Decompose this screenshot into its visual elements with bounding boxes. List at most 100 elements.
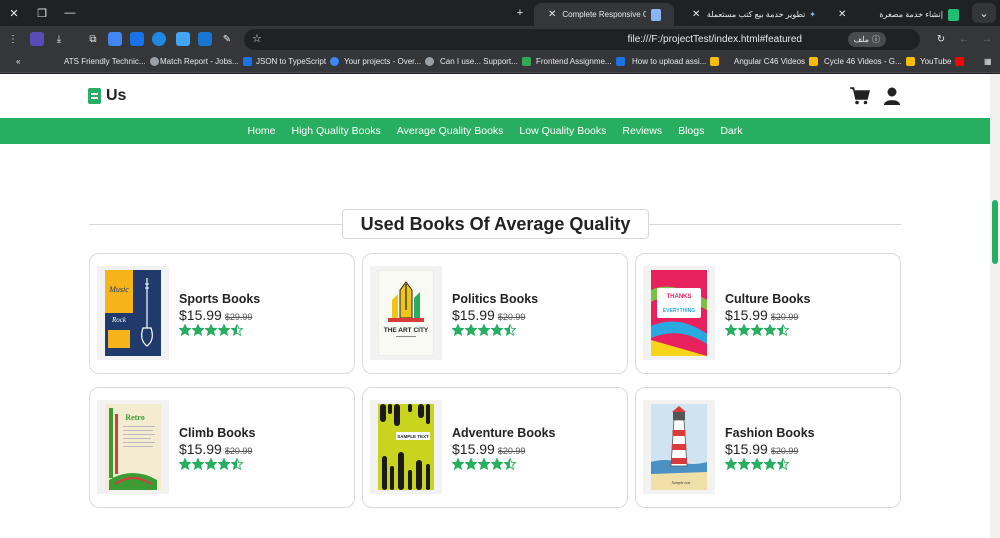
scrollbar-thumb[interactable] (992, 200, 998, 264)
star-half-icon (504, 324, 516, 336)
bookmark-item[interactable]: JSON to TypeScript (256, 57, 340, 66)
restore-window-icon[interactable]: ❐ (28, 0, 56, 26)
star-half-icon (231, 458, 243, 470)
tab-close-icon[interactable]: ✕ (548, 9, 556, 20)
product-card[interactable]: THE ART CITY Politics Books $15.99 $20.99 (362, 253, 628, 374)
address-bar[interactable]: ☆ file:///F:/projectTest/index.html#feat… (244, 29, 920, 50)
minimize-window-icon[interactable]: — (56, 0, 84, 26)
bookmark-favicon-icon (242, 57, 252, 66)
url-text: file:///F:/projectTest/index.html#featur… (627, 34, 802, 45)
nav-average-quality[interactable]: Average Quality Books (397, 125, 504, 137)
product-card[interactable]: Music Rock Sports Books $15.99 $29.99 (89, 253, 355, 374)
tab-close-icon[interactable]: ✕ (838, 9, 846, 20)
product-price: $15.99 $20.99 (179, 441, 253, 457)
bookmark-favicon-icon (905, 57, 915, 66)
product-cover: Retro (97, 400, 169, 494)
bookmark-star-icon[interactable]: ☆ (252, 32, 264, 45)
product-cover: THANKS EVERYTHING (643, 266, 715, 360)
section-title: Used Books Of Average Quality (342, 209, 649, 239)
menu-dots-icon[interactable]: ⋮ (6, 32, 20, 46)
site-logo[interactable]: Us (88, 87, 126, 105)
extension-icon[interactable] (198, 32, 212, 46)
book-cover-music: Music Rock (105, 270, 161, 356)
star-full-icon (179, 458, 191, 470)
nav-home[interactable]: Home (247, 125, 275, 137)
tab-create-service[interactable]: ✕ إنشاء خدمة مصغرة (830, 3, 972, 26)
tab-search-icon[interactable]: ⌄ (972, 3, 996, 23)
bookmark-item[interactable]: ATS Friendly Technic... (64, 57, 159, 66)
product-cover: THE ART CITY (370, 266, 442, 360)
star-full-icon (764, 458, 776, 470)
eyedropper-icon[interactable]: ✎ (220, 32, 234, 46)
user-icon[interactable] (883, 87, 901, 105)
page-scrollbar[interactable] (990, 74, 1000, 538)
rating-stars (452, 458, 516, 470)
product-cover: Sample text (643, 400, 715, 494)
product-price: $15.99 $20.99 (452, 307, 526, 323)
bookmark-item[interactable]: Match Report - Jobs... (160, 57, 252, 66)
bookmark-item[interactable]: Cycle 46 Videos - G... (824, 57, 915, 66)
info-icon: ⓘ (872, 35, 880, 44)
bookmarks-bar: « ATS Friendly Technic... Match Report -… (0, 53, 1000, 73)
extensions-icon[interactable]: ⧉ (86, 32, 100, 46)
nav-dark-toggle[interactable]: Dark (720, 125, 742, 137)
download-icon[interactable]: ⤓ (52, 32, 66, 46)
back-icon[interactable]: → (980, 32, 994, 46)
product-title: Climb Books (179, 426, 256, 440)
bookmark-favicon-icon (710, 57, 720, 66)
star-full-icon (478, 458, 490, 470)
svg-text:SAMPLE TEXT: SAMPLE TEXT (397, 434, 429, 439)
bookmark-item[interactable]: Your projects - Over... (344, 57, 435, 66)
bookmark-item[interactable]: YouTube (920, 57, 965, 66)
nav-blogs[interactable]: Blogs (678, 125, 704, 137)
book-cover-art-city: THE ART CITY (378, 270, 434, 356)
book-cover-thanks: THANKS EVERYTHING (651, 270, 707, 356)
star-full-icon (205, 324, 217, 336)
bookmark-item[interactable]: Angular C46 Videos (734, 57, 819, 66)
book-cover-retro: Retro (105, 404, 161, 490)
star-full-icon (179, 324, 191, 336)
translate-icon[interactable] (130, 32, 144, 46)
product-card[interactable]: THANKS EVERYTHING Culture Books $15.99 $2… (635, 253, 901, 374)
svg-text:Music: Music (108, 285, 129, 294)
extension-icon[interactable] (176, 32, 190, 46)
product-card[interactable]: Retro Climb Books $15.99 $20.99 (89, 387, 355, 508)
bookmarks-overflow-icon[interactable]: « (16, 57, 20, 66)
new-tab-icon[interactable]: + (506, 0, 534, 26)
youtube-icon (955, 57, 965, 66)
site-header: Us (0, 74, 990, 118)
close-window-icon[interactable]: ✕ (0, 0, 28, 26)
tab-develop-service[interactable]: ✕ تطوير خدمة بيع كتب مستعملة ع ✦ (684, 3, 824, 26)
product-card[interactable]: SAMPLE TEXT Adventure Books $15.99 $20.99 (362, 387, 628, 508)
product-card[interactable]: Sample text Fashion Books $15.99 $20.99 (635, 387, 901, 508)
bookmark-favicon-icon (149, 57, 159, 66)
profile-icon[interactable] (30, 32, 44, 46)
forward-icon[interactable]: ← (957, 32, 971, 46)
bookmark-item[interactable]: Frontend Assignme... (536, 57, 625, 66)
tab-complete-responsive[interactable]: ✕ Complete Responsive Online B (534, 3, 674, 26)
star-full-icon (465, 324, 477, 336)
cart-icon[interactable] (850, 87, 870, 105)
nav-reviews[interactable]: Reviews (622, 125, 662, 137)
nav-high-quality[interactable]: High Quality Books (292, 125, 381, 137)
old-price: $20.99 (770, 312, 799, 322)
nav-low-quality[interactable]: Low Quality Books (519, 125, 606, 137)
browser-tab-bar: ✕ ❐ — + ✕ Complete Responsive Online B ✕… (0, 0, 1000, 26)
star-full-icon (478, 324, 490, 336)
star-half-icon (504, 458, 516, 470)
extension-icon[interactable] (108, 32, 122, 46)
tab-close-icon[interactable]: ✕ (692, 9, 700, 20)
tab-favicon-icon (650, 8, 661, 21)
reload-icon[interactable]: ↻ (934, 32, 948, 46)
product-title: Politics Books (452, 292, 539, 306)
star-full-icon (751, 458, 763, 470)
bookmark-favicon-icon (809, 57, 819, 66)
all-bookmarks-icon[interactable]: ▦ (984, 57, 992, 66)
svg-text:EVERYTHING: EVERYTHING (663, 308, 695, 314)
bookmark-item[interactable]: How to upload assi... (632, 57, 720, 66)
bookmark-favicon-icon (330, 57, 340, 66)
bookmark-item[interactable]: Can I use... Support... (440, 57, 531, 66)
extension-icon[interactable] (152, 32, 166, 46)
site-info-chip[interactable]: ملف ⓘ (847, 32, 886, 47)
svg-text:Rock: Rock (111, 316, 127, 324)
